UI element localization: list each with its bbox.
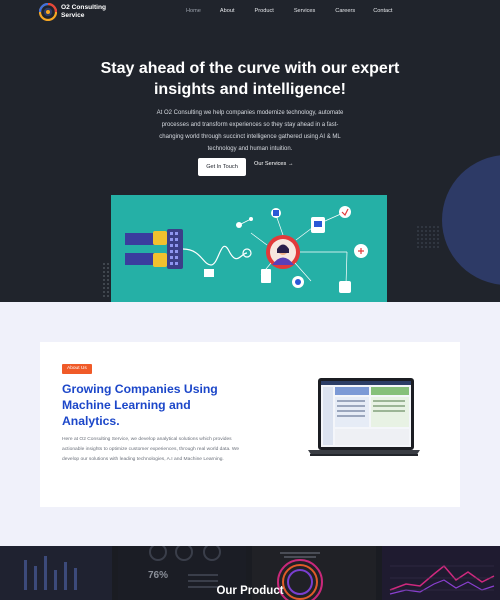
laptop-dashboard-image — [308, 378, 420, 456]
brand[interactable]: O2 Consulting Service — [39, 3, 121, 21]
ai-ml-illustration — [125, 206, 368, 293]
decorative-blob — [442, 155, 500, 285]
get-in-touch-button[interactable]: Get In Touch — [198, 158, 246, 176]
about-badge: About Us — [62, 364, 92, 374]
nav-item-product[interactable]: Product — [255, 8, 274, 14]
decorative-dots — [416, 225, 440, 249]
about-text: Here at O2 Consulting Service, we develo… — [62, 437, 240, 462]
sleeve-icon — [125, 233, 155, 245]
nav-item-contact[interactable]: Contact — [373, 8, 392, 14]
our-product-heading: Our Product — [216, 585, 284, 597]
product-stat: 76% — [148, 570, 169, 581]
hero-title: Stay ahead of the curve with our expert … — [100, 60, 400, 98]
our-services-link[interactable]: Our Services → — [254, 161, 293, 167]
page: O2 Consulting Service Home About Product… — [0, 0, 500, 600]
hero-description: At O2 Consulting we help companies moder… — [156, 110, 344, 152]
main-nav: Home About Product Services Careers Cont… — [186, 8, 392, 14]
nav-item-services[interactable]: Services — [294, 8, 315, 14]
about-card: About Us Growing Companies Using Machine… — [40, 342, 460, 507]
brand-name: O2 Consulting Service — [61, 4, 107, 19]
o2-logo-icon — [39, 3, 57, 21]
nav-item-careers[interactable]: Careers — [335, 8, 355, 14]
hero-section: O2 Consulting Service Home About Product… — [0, 0, 500, 302]
nav-item-home[interactable]: Home — [186, 8, 201, 14]
nav-item-about[interactable]: About — [220, 8, 235, 14]
hero-illustration — [111, 195, 387, 302]
about-title: Growing Companies Using Machine Learning… — [62, 382, 218, 428]
